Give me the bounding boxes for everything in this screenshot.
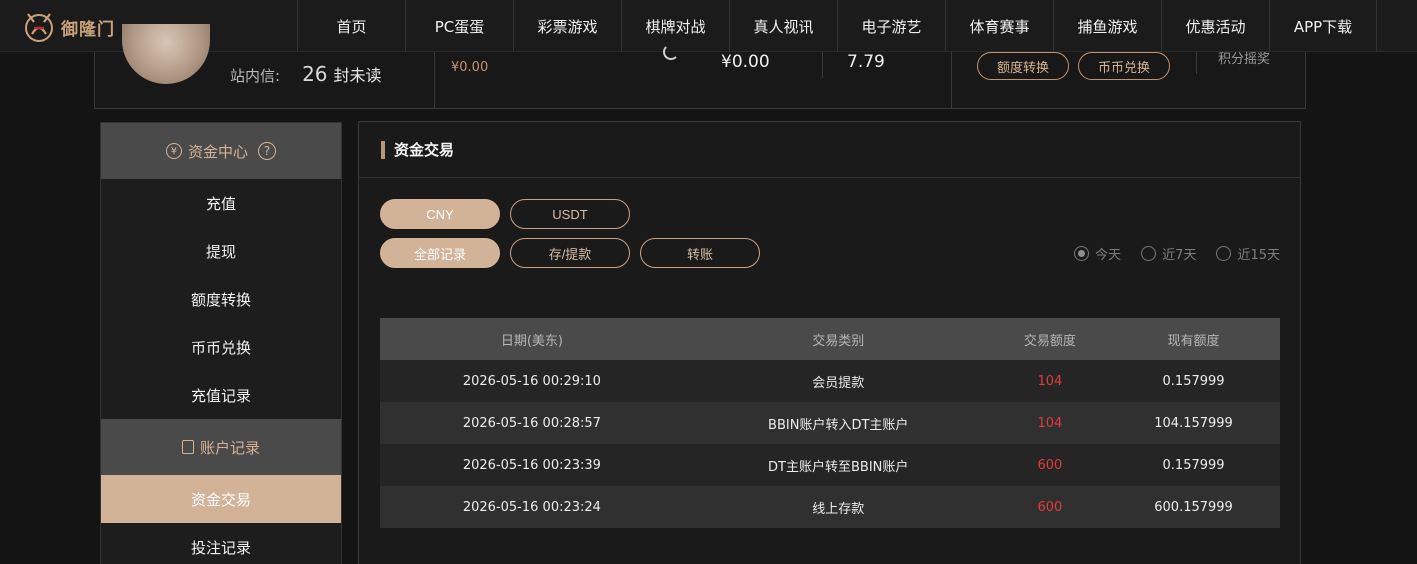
- cell-date: 2026-05-16 00:23:24: [380, 486, 684, 528]
- nav-item-promotions[interactable]: 优惠活动: [1161, 0, 1269, 52]
- main-nav: 首页 PC蛋蛋 彩票游戏 棋牌对战 真人视讯 电子游艺 体育赛事 捕鱼游戏 优惠…: [297, 0, 1377, 52]
- inbox-summary[interactable]: 站内信: 26 封未读: [230, 62, 382, 86]
- table-row: 2026-05-16 00:23:24 线上存款 600 600.157999: [380, 486, 1280, 528]
- divider: [822, 52, 823, 78]
- cell-date: 2026-05-16 00:29:10: [380, 360, 684, 402]
- divider: [1196, 52, 1197, 74]
- fund-transactions-panel: 资金交易 CNY USDT 全部记录 存/提款 转账 今天 近7天 近15天 日…: [358, 121, 1301, 564]
- sidebar-item-quota-transfer[interactable]: 额度转换: [101, 275, 341, 323]
- brand-logo[interactable]: 御隆门: [20, 8, 115, 46]
- help-icon[interactable]: ?: [258, 142, 276, 160]
- column-header-amount: 交易额度: [992, 318, 1108, 360]
- nav-item-live[interactable]: 真人视讯: [729, 0, 837, 52]
- sidebar-section-funds: ¥ 资金中心 ?: [101, 123, 341, 179]
- sidebar-section-account-records: 账户记录: [101, 419, 341, 475]
- cell-date: 2026-05-16 00:28:57: [380, 402, 684, 444]
- cell-date: 2026-05-16 00:23:39: [380, 444, 684, 486]
- balance-small: ¥0.00: [451, 60, 489, 75]
- tab-currency-usdt[interactable]: USDT: [510, 199, 630, 229]
- tab-deposit-withdraw[interactable]: 存/提款: [510, 238, 630, 268]
- cell-balance: 0.157999: [1107, 444, 1280, 486]
- inbox-label: 站内信:: [230, 67, 281, 85]
- sidebar-item-deposit-records[interactable]: 充值记录: [101, 371, 341, 419]
- cell-balance: 104.157999: [1107, 402, 1280, 444]
- sidebar-section-title: 资金中心: [187, 142, 248, 161]
- quota-transfer-button[interactable]: 额度转换: [977, 52, 1069, 80]
- cell-balance: 0.157999: [1107, 360, 1280, 402]
- sidebar-item-fund-transactions[interactable]: 资金交易: [101, 475, 341, 523]
- cell-amount: 600: [992, 486, 1108, 528]
- divider: [951, 52, 952, 108]
- sidebar-item-deposit[interactable]: 充值: [101, 179, 341, 227]
- yen-icon: ¥: [165, 143, 182, 159]
- cell-amount: 104: [992, 360, 1108, 402]
- tab-currency-cny[interactable]: CNY: [380, 199, 500, 229]
- date-filter-label: 近7天: [1162, 248, 1197, 263]
- tab-all-records[interactable]: 全部记录: [380, 238, 500, 268]
- sidebar-section-title: 账户记录: [199, 438, 260, 457]
- cell-type: 会员提款: [683, 360, 993, 402]
- column-header-balance: 现有额度: [1107, 318, 1280, 360]
- date-filter-today[interactable]: 今天: [1074, 244, 1121, 263]
- table-row: 2026-05-16 00:28:57 BBIN账户转入DT主账户 104 10…: [380, 402, 1280, 444]
- sidebar-item-coin-exchange[interactable]: 币币兑换: [101, 323, 341, 371]
- cell-balance: 600.157999: [1107, 486, 1280, 528]
- page-title: 资金交易: [394, 141, 455, 159]
- balance-main: ¥0.00: [721, 52, 770, 72]
- refresh-icon[interactable]: [663, 44, 679, 60]
- inbox-unit: 封未读: [333, 66, 382, 85]
- nav-item-slots[interactable]: 电子游艺: [837, 0, 945, 52]
- radio-icon: [1074, 246, 1090, 261]
- points-lottery-link[interactable]: 积分摇奖: [1218, 48, 1270, 67]
- divider: [434, 52, 435, 108]
- table-row: 2026-05-16 00:29:10 会员提款 104 0.157999: [380, 360, 1280, 402]
- nav-item-sports[interactable]: 体育赛事: [945, 0, 1053, 52]
- cell-amount: 104: [992, 402, 1108, 444]
- sidebar-item-bet-records[interactable]: 投注记录: [101, 523, 341, 564]
- cell-type: BBIN账户转入DT主账户: [683, 402, 993, 444]
- column-header-type: 交易类别: [683, 318, 993, 360]
- panel-header: 资金交易: [359, 122, 1300, 178]
- title-accent-bar: [381, 140, 385, 159]
- balance-other: 7.79: [847, 52, 885, 72]
- nav-item-pc-dandan[interactable]: PC蛋蛋: [405, 0, 513, 52]
- date-filter-15days[interactable]: 近15天: [1216, 244, 1280, 263]
- nav-item-fishing[interactable]: 捕鱼游戏: [1053, 0, 1161, 52]
- account-sidebar: ¥ 资金中心 ? 充值 提现 额度转换 币币兑换 充值记录 账户记录 资金交易 …: [100, 122, 342, 564]
- nav-item-app-download[interactable]: APP下载: [1269, 0, 1377, 52]
- table-row: 2026-05-16 00:23:39 DT主账户转至BBIN账户 600 0.…: [380, 444, 1280, 486]
- brand-logo-text: 御隆门: [61, 19, 115, 40]
- coin-exchange-button[interactable]: 币币兑换: [1078, 52, 1170, 80]
- cell-type: 线上存款: [683, 486, 993, 528]
- date-filter-group: 今天 近7天 近15天: [1074, 244, 1280, 263]
- date-filter-label: 近15天: [1237, 248, 1280, 263]
- avatar[interactable]: [122, 24, 210, 84]
- transactions-table: 日期(美东) 交易类别 交易额度 现有额度 2026-05-16 00:29:1…: [380, 318, 1280, 528]
- table-header-row: 日期(美东) 交易类别 交易额度 现有额度: [380, 318, 1280, 360]
- cell-type: DT主账户转至BBIN账户: [683, 444, 993, 486]
- dragon-logo-icon: [25, 13, 53, 42]
- radio-icon: [1216, 246, 1232, 261]
- user-info-strip: 站内信: 26 封未读 ¥0.00 ¥0.00 7.79 额度转换 币币兑换 积…: [94, 24, 1306, 109]
- nav-item-home[interactable]: 首页: [297, 0, 405, 52]
- inbox-count: 26: [302, 62, 328, 86]
- top-navigation-bar: 御隆门 首页 PC蛋蛋 彩票游戏 棋牌对战 真人视讯 电子游艺 体育赛事 捕鱼游…: [0, 0, 1417, 52]
- tab-transfer[interactable]: 转账: [640, 238, 760, 268]
- cell-amount: 600: [992, 444, 1108, 486]
- nav-item-lottery[interactable]: 彩票游戏: [513, 0, 621, 52]
- document-icon: [181, 440, 194, 454]
- radio-icon: [1141, 246, 1157, 261]
- sidebar-item-withdraw[interactable]: 提现: [101, 227, 341, 275]
- column-header-date: 日期(美东): [380, 318, 684, 360]
- date-filter-7days[interactable]: 近7天: [1141, 244, 1196, 263]
- date-filter-label: 今天: [1095, 248, 1122, 263]
